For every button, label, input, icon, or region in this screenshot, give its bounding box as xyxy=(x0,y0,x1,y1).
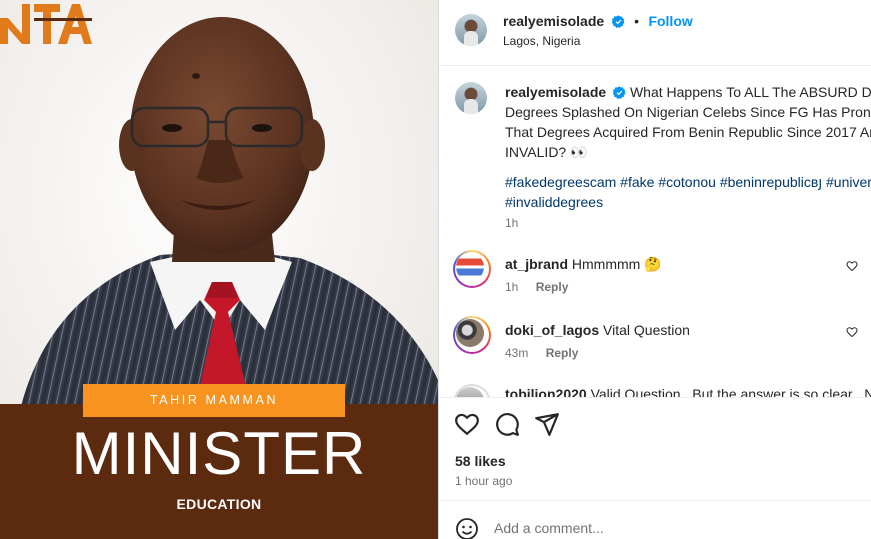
comment-time: 1h xyxy=(505,280,519,294)
caption: realyemisolade What Happens To ALL The A… xyxy=(505,82,871,162)
comment-avatar-ring[interactable] xyxy=(453,384,491,397)
likes-count[interactable]: 58 likes xyxy=(455,453,506,469)
comment-username[interactable]: tobilion2020 xyxy=(505,386,587,397)
post-actions-bar xyxy=(439,399,871,449)
owner-username[interactable]: realyemisolade xyxy=(503,13,604,29)
heart-icon[interactable] xyxy=(846,326,858,338)
separator-dot: • xyxy=(634,13,639,29)
post-image[interactable]: TAHIR MAMMAN MINISTER EDUCATION xyxy=(0,0,438,539)
emoji-icon[interactable] xyxy=(455,517,479,539)
comment-avatar xyxy=(456,319,484,347)
comment-text: Valid Question . But the answer is so cl… xyxy=(590,386,871,398)
hashtag-line-1[interactable]: #fakedegreescam #fake #cotonou #beninrep… xyxy=(505,172,871,192)
minister-title: MINISTER xyxy=(71,420,367,487)
comment-avatar-ring[interactable] xyxy=(453,316,491,354)
comment-avatar-ring[interactable] xyxy=(453,250,491,288)
comment-body: tobilion2020 Valid Question . But the an… xyxy=(505,385,871,398)
comment-avatar xyxy=(456,253,484,281)
caption-line-3: That Degrees Acquired From Benin Republi… xyxy=(505,124,871,140)
comment-time: 43m xyxy=(505,346,529,360)
comment-meta: 1h Reply xyxy=(505,280,568,294)
comment-icon[interactable] xyxy=(494,411,520,437)
add-comment-input[interactable] xyxy=(494,517,794,539)
caption-avatar[interactable] xyxy=(455,82,487,114)
comment-body: at_jbrand Hmmmmm 🤔 xyxy=(505,255,662,273)
add-comment-bar xyxy=(439,500,871,539)
comments-scroll-area[interactable]: realyemisolade What Happens To ALL The A… xyxy=(439,66,871,398)
hashtag-line-2[interactable]: #invaliddegrees xyxy=(505,192,871,212)
caption-line-2: Degrees Splashed On Nigerian Celebs Sinc… xyxy=(505,104,871,120)
header-user-row: realyemisolade • Follow xyxy=(503,13,693,31)
caption-time: 1h xyxy=(505,216,519,230)
reply-button[interactable]: Reply xyxy=(546,346,579,360)
comment-text: Vital Question xyxy=(603,322,690,338)
comment-body: doki_of_lagos Vital Question xyxy=(505,321,690,339)
post-header: realyemisolade • Follow Lagos, Nigeria xyxy=(439,0,871,66)
reply-button[interactable]: Reply xyxy=(536,280,569,294)
caption-line-4: INVALID? 👀 xyxy=(505,144,588,160)
name-banner: TAHIR MAMMAN xyxy=(83,384,345,417)
comment-item: doki_of_lagos Vital Question 43m Reply xyxy=(439,316,871,366)
comment-item: at_jbrand Hmmmmm 🤔 1h Reply xyxy=(439,250,871,300)
comment-item: tobilion2020 Valid Question . But the an… xyxy=(439,382,871,398)
verified-badge-icon xyxy=(611,15,625,28)
share-icon[interactable] xyxy=(534,411,560,437)
post-time: 1 hour ago xyxy=(455,474,513,488)
verified-badge-icon xyxy=(613,86,626,99)
caption-username[interactable]: realyemisolade xyxy=(505,84,606,100)
location-link[interactable]: Lagos, Nigeria xyxy=(503,34,580,48)
follow-button[interactable]: Follow xyxy=(648,13,692,29)
caption-hashtags: #fakedegreescam #fake #cotonou #beninrep… xyxy=(505,172,871,212)
heart-icon[interactable] xyxy=(454,411,480,437)
comment-username[interactable]: doki_of_lagos xyxy=(505,322,599,338)
nta-logo xyxy=(0,4,92,44)
comment-meta: 43m Reply xyxy=(505,346,578,360)
heart-icon[interactable] xyxy=(846,260,858,272)
owner-avatar[interactable] xyxy=(455,14,487,46)
post-details-panel: realyemisolade • Follow Lagos, Nigeria r… xyxy=(438,0,871,539)
comment-text: Hmmmmm 🤔 xyxy=(571,256,662,272)
comment-username[interactable]: at_jbrand xyxy=(505,256,568,272)
department-label: EDUCATION xyxy=(176,496,262,512)
caption-line-1: What Happens To ALL The ABSURD Doct xyxy=(629,84,871,100)
